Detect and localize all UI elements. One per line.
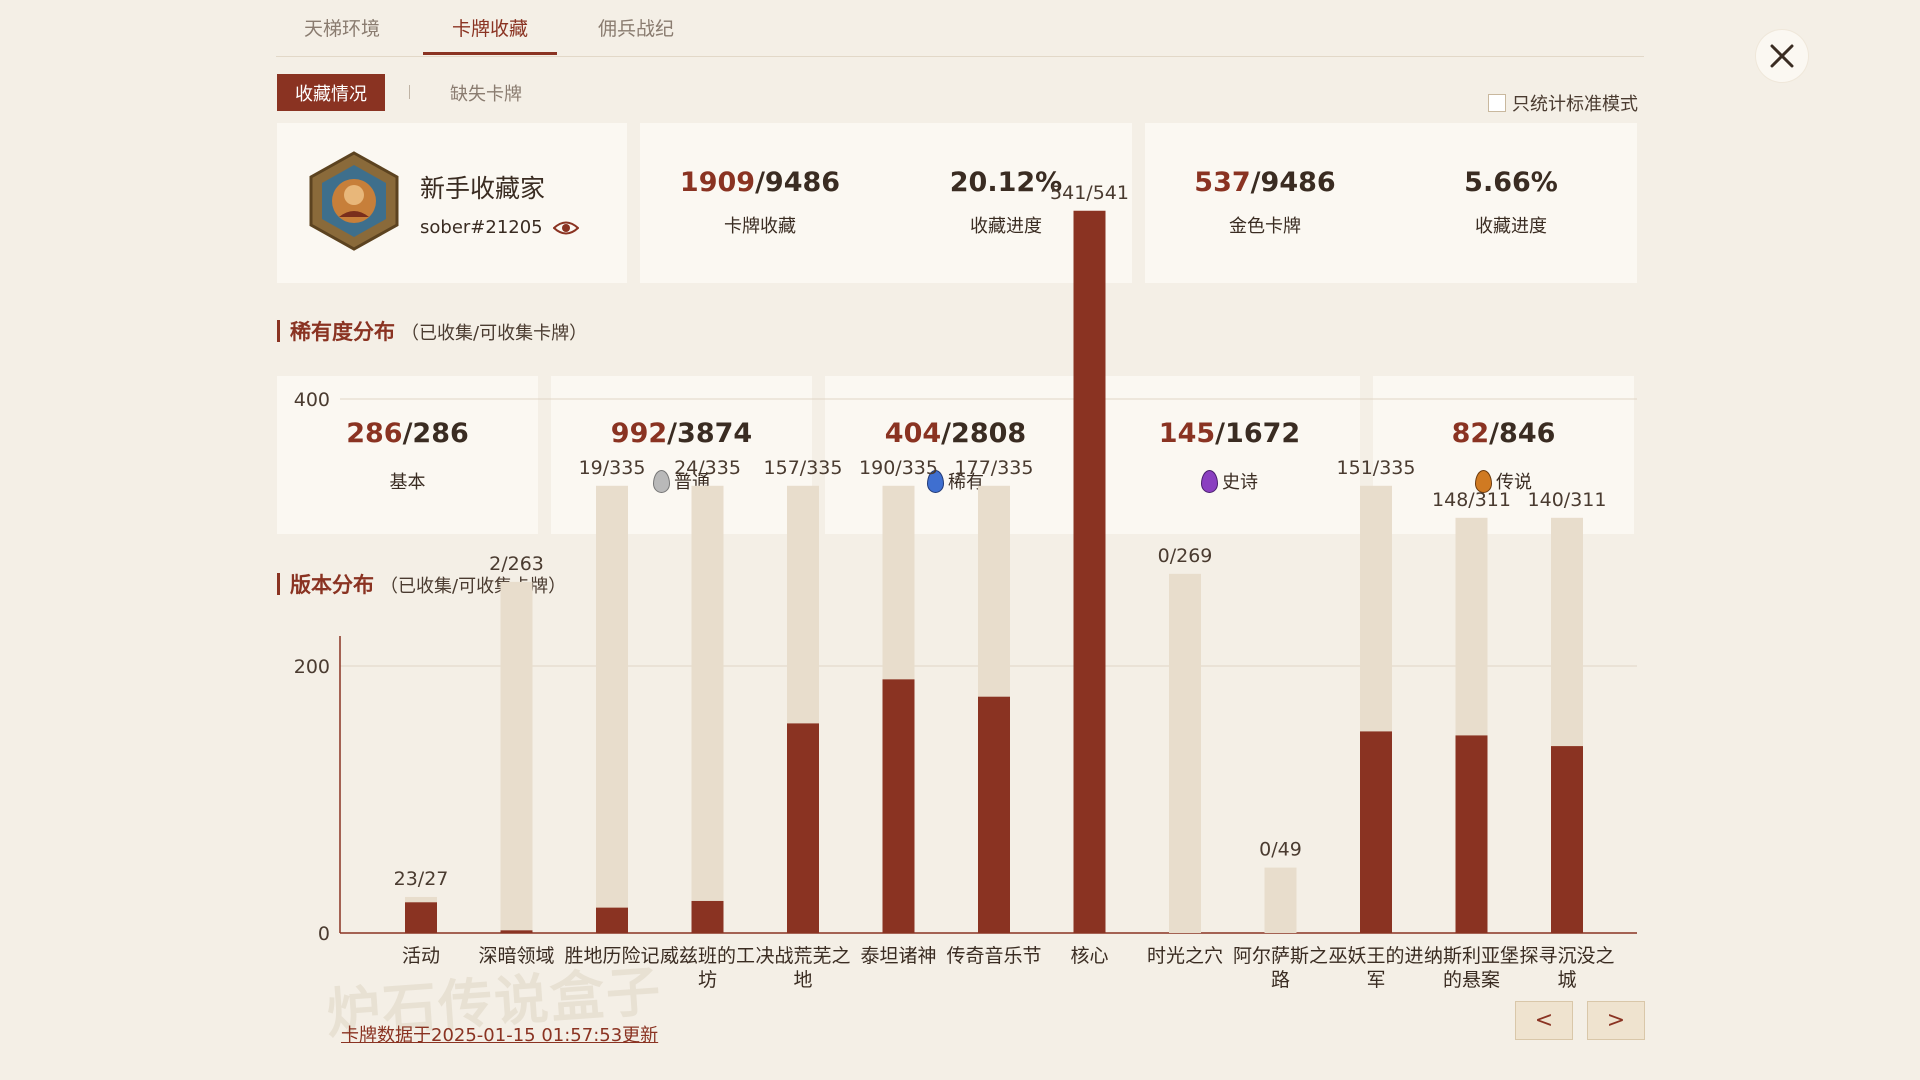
x-tick-label: 地 [793, 969, 812, 991]
bar-owned [405, 902, 437, 933]
data-label: 19/335 [579, 457, 646, 479]
bar-total [1169, 573, 1201, 933]
data-label: 157/335 [764, 457, 843, 479]
data-label: 151/335 [1337, 457, 1416, 479]
data-label: 0/269 [1158, 545, 1213, 567]
y-tick-label: 400 [294, 389, 330, 411]
bar-total [596, 485, 628, 933]
x-tick-label: 威兹班的工 [660, 945, 755, 967]
x-tick-label: 核心 [1070, 945, 1108, 967]
bar-owned [1360, 731, 1392, 933]
x-tick-label: 军 [1366, 969, 1385, 991]
x-tick-label: 决战荒芜之 [755, 945, 850, 967]
version-bar-chart: 020040023/27活动2/263深暗领域19/335胜地历险记24/335… [294, 182, 1637, 991]
data-label: 0/49 [1259, 839, 1302, 861]
x-tick-label: 传奇音乐节 [946, 945, 1041, 967]
data-label: 2/263 [489, 553, 544, 575]
data-label: 23/27 [394, 868, 449, 890]
x-tick-label: 泰坦诸神 [860, 945, 936, 967]
prev-page-button[interactable]: < [1515, 1001, 1573, 1040]
bar-owned [691, 900, 724, 933]
bar-owned [882, 679, 915, 933]
data-label: 140/311 [1528, 489, 1607, 511]
update-timestamp-link[interactable]: 卡牌数据于2025-01-15 01:57:53更新 [341, 1021, 658, 1047]
data-label: 541/541 [1050, 182, 1129, 204]
bar-owned [1551, 746, 1583, 933]
x-tick-label: 时光之穴 [1147, 945, 1223, 967]
bar-owned [500, 930, 533, 933]
y-tick-label: 0 [318, 923, 330, 945]
bar-total [500, 581, 533, 933]
y-tick-label: 200 [294, 656, 330, 678]
bar-owned [978, 696, 1010, 933]
x-tick-label: 探寻沉没之 [1519, 945, 1614, 967]
x-tick-label: 坊 [698, 969, 717, 991]
x-tick-label: 路 [1271, 969, 1290, 991]
data-label: 177/335 [955, 457, 1034, 479]
x-tick-label: 的悬案 [1443, 969, 1500, 991]
bar-owned [1455, 735, 1488, 933]
bar-total [691, 485, 724, 933]
next-page-button[interactable]: > [1587, 1001, 1645, 1040]
x-tick-label: 纳斯利亚堡 [1424, 945, 1519, 967]
data-label: 190/335 [859, 457, 938, 479]
x-tick-label: 城 [1557, 969, 1576, 991]
x-tick-label: 巫妖王的进 [1328, 945, 1423, 967]
x-tick-label: 阿尔萨斯之 [1233, 945, 1328, 967]
bar-owned [787, 723, 819, 933]
data-label: 24/335 [674, 457, 741, 479]
bar-total [1264, 867, 1297, 933]
bar-owned [1073, 210, 1106, 933]
data-label: 148/311 [1432, 489, 1511, 511]
bar-owned [596, 907, 628, 933]
